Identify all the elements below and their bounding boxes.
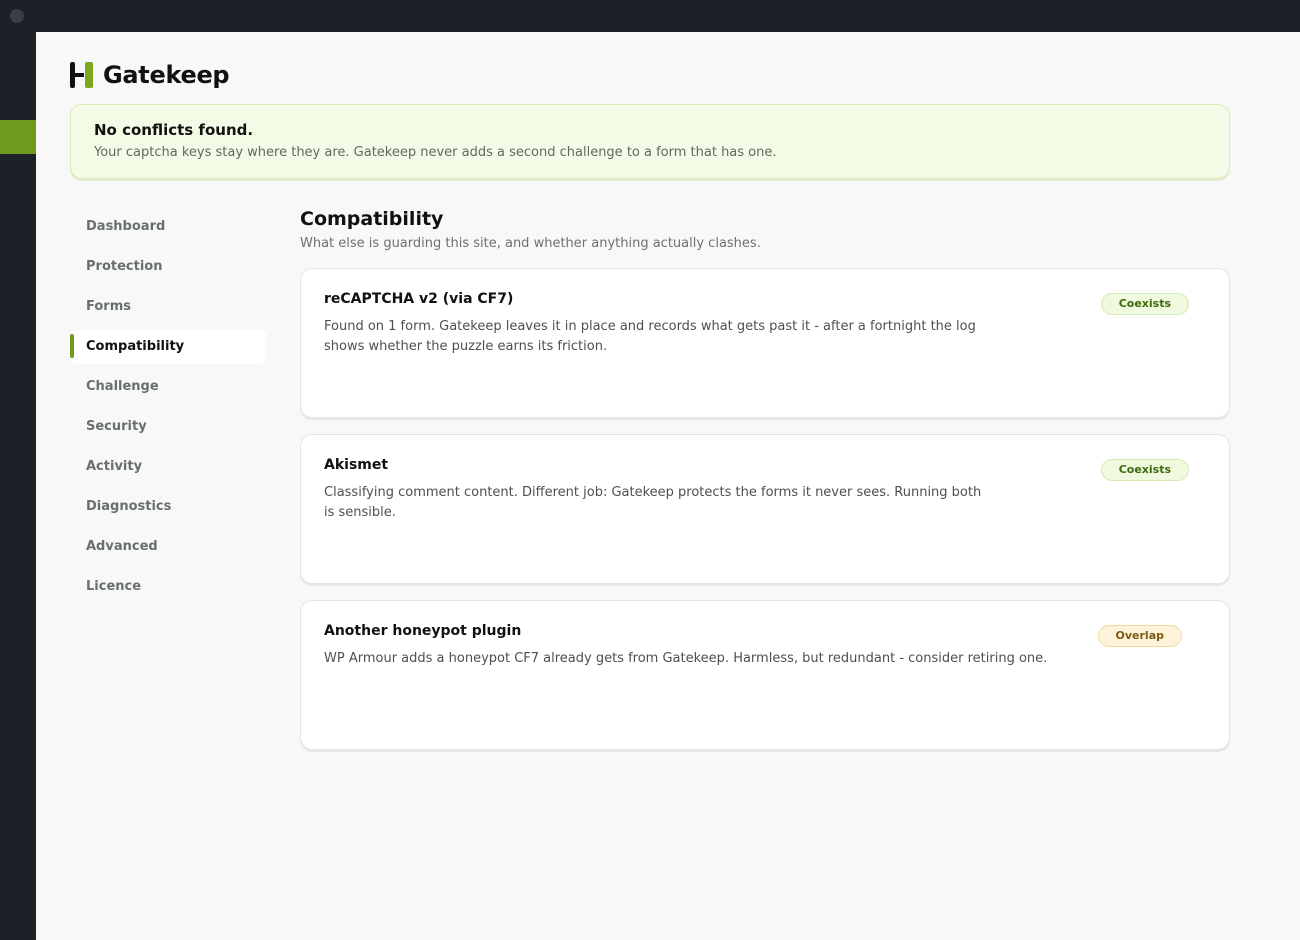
- compat-card-recaptcha: reCAPTCHA v2 (via CF7) Found on 1 form. …: [300, 268, 1230, 418]
- gatekeep-logo-icon: [70, 61, 94, 89]
- nav-item-label: Compatibility: [86, 339, 185, 354]
- nav-item-label: Activity: [86, 459, 143, 474]
- nav-item-forms[interactable]: Forms: [70, 290, 266, 324]
- status-badge: Coexists: [1100, 293, 1189, 315]
- nav-item-dashboard[interactable]: Dashboard: [70, 210, 266, 244]
- window-titlebar: [0, 0, 1300, 32]
- card-description: WP Armour adds a honeypot CF7 already ge…: [324, 651, 1048, 666]
- admin-sidebar-rail: [0, 32, 36, 940]
- nav-item-challenge[interactable]: Challenge: [70, 370, 266, 404]
- nav-item-diagnostics[interactable]: Diagnostics: [70, 490, 266, 524]
- nav-item-licence[interactable]: Licence: [70, 570, 266, 604]
- card-title: Another honeypot plugin: [324, 623, 522, 639]
- admin-menu-active-indicator[interactable]: [0, 120, 36, 154]
- card-title: Akismet: [324, 457, 389, 473]
- nav-item-compatibility[interactable]: Compatibility: [70, 330, 266, 364]
- window-control-dot[interactable]: [10, 9, 24, 23]
- brand-name: Gatekeep: [103, 61, 230, 89]
- brand: Gatekeep: [70, 61, 230, 89]
- nav-item-protection[interactable]: Protection: [70, 250, 266, 284]
- nav-item-label: Forms: [86, 299, 131, 314]
- settings-nav: Dashboard Protection Forms Compatibility…: [70, 210, 266, 610]
- notice-body: Your captcha keys stay where they are. G…: [94, 145, 777, 160]
- status-badge: Coexists: [1100, 459, 1189, 481]
- nav-item-label: Dashboard: [86, 219, 166, 234]
- nav-item-label: Licence: [86, 579, 142, 594]
- main-content: Gatekeep No conflicts found. Your captch…: [36, 32, 1300, 940]
- page-subtitle: What else is guarding this site, and whe…: [300, 236, 761, 251]
- nav-item-label: Challenge: [86, 379, 159, 394]
- nav-item-label: Diagnostics: [86, 499, 172, 514]
- compat-card-akismet: Akismet Classifying comment content. Dif…: [300, 434, 1230, 584]
- nav-item-label: Protection: [86, 259, 163, 274]
- card-description: Found on 1 form. Gatekeep leaves it in p…: [324, 319, 976, 354]
- nav-item-label: Security: [86, 419, 147, 434]
- page-title: Compatibility: [300, 208, 444, 230]
- nav-item-label: Advanced: [86, 539, 158, 554]
- status-badge: Overlap: [1097, 625, 1182, 647]
- nav-item-security[interactable]: Security: [70, 410, 266, 444]
- compat-card-honeypot: Another honeypot plugin WP Armour adds a…: [300, 600, 1230, 750]
- nav-item-advanced[interactable]: Advanced: [70, 530, 266, 564]
- status-notice: No conflicts found. Your captcha keys st…: [70, 104, 1230, 179]
- nav-item-activity[interactable]: Activity: [70, 450, 266, 484]
- card-description: Classifying comment content. Different j…: [324, 485, 982, 520]
- notice-title: No conflicts found.: [94, 121, 254, 139]
- card-title: reCAPTCHA v2 (via CF7): [324, 291, 514, 307]
